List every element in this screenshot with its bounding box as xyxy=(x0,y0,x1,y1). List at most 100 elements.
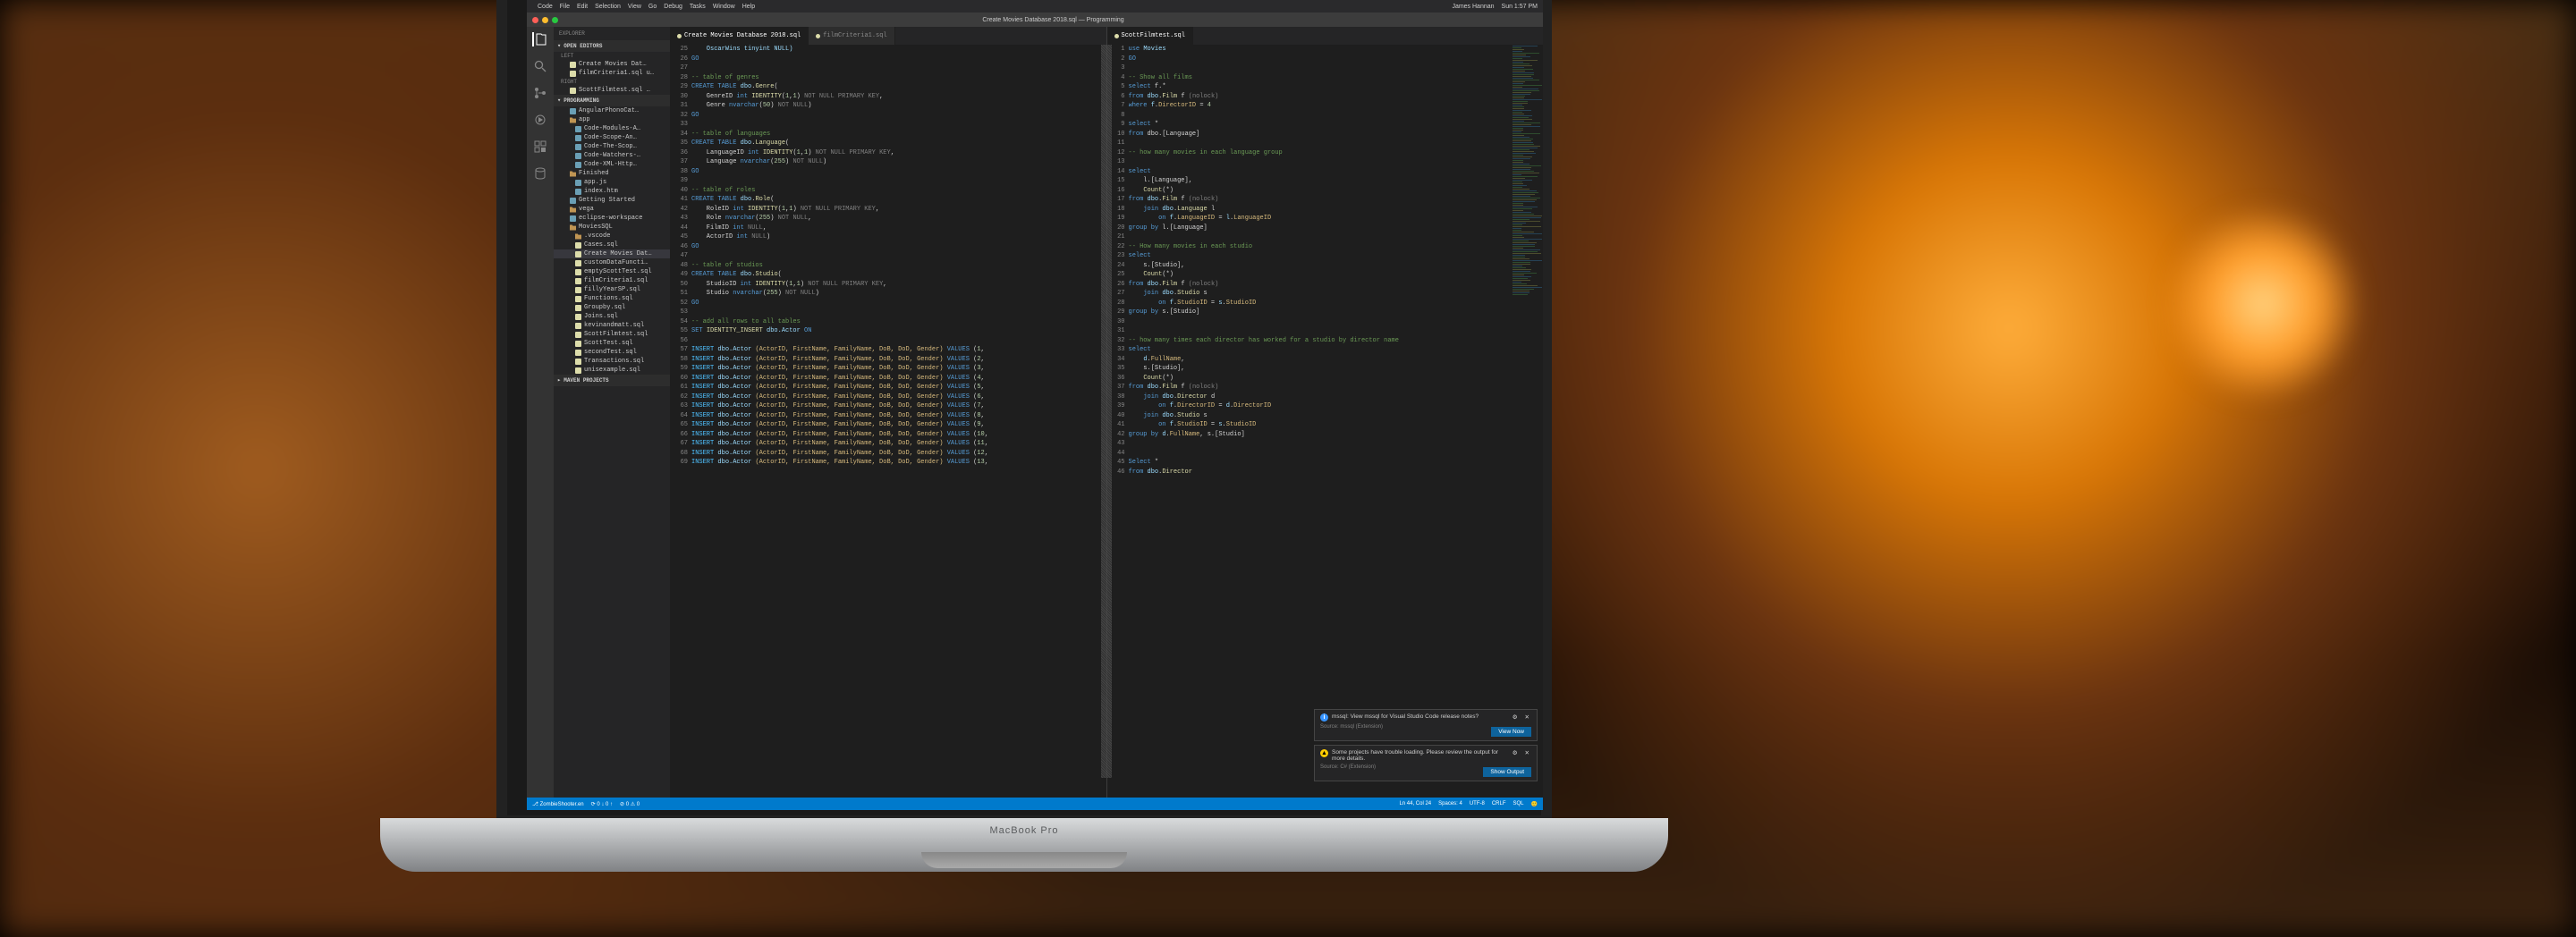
explorer-item[interactable]: Cases.sql xyxy=(554,241,670,249)
explorer-item[interactable]: secondTest.sql xyxy=(554,348,670,357)
explorer-item[interactable]: Create Movies Dat… xyxy=(554,249,670,258)
menubar-item-help[interactable]: Help xyxy=(742,4,755,10)
explorer-item[interactable]: Transactions.sql xyxy=(554,357,670,366)
explorer-item[interactable]: Joins.sql xyxy=(554,312,670,321)
status-item-0[interactable]: Ln 44, Col 24 xyxy=(1399,801,1431,807)
editor-tab[interactable]: filmCriteria1.sql xyxy=(809,27,894,45)
menubar-item-window[interactable]: Window xyxy=(713,4,735,10)
extensions-activity-icon[interactable] xyxy=(533,139,547,154)
explorer-item[interactable]: kevinandmatt.sql xyxy=(554,321,670,330)
explorer-item[interactable]: Code-Scope-An… xyxy=(554,133,670,142)
status-item-2[interactable]: UTF-8 xyxy=(1470,801,1485,807)
explorer-item[interactable]: app xyxy=(554,115,670,124)
status-problems[interactable]: ⊘ 0 ⚠ 0 xyxy=(620,801,640,807)
explorer-item[interactable]: Code-XML-Http… xyxy=(554,160,670,169)
macos-user[interactable]: James Hannan xyxy=(1452,4,1494,10)
explorer-item[interactable]: Groupby.sql xyxy=(554,303,670,312)
status-git-branch[interactable]: ⎇ ZombieShooter.en xyxy=(532,801,584,807)
status-item-3[interactable]: CRLF xyxy=(1492,801,1506,807)
menubar-item-view[interactable]: View xyxy=(628,4,641,10)
close-icon[interactable]: ✕ xyxy=(1523,749,1531,756)
search-activity-icon[interactable] xyxy=(533,59,547,73)
explorer-item[interactable]: index.htm xyxy=(554,187,670,196)
explorer-item[interactable]: ScottTest.sql xyxy=(554,339,670,348)
notification-action-button[interactable]: Show Output xyxy=(1483,767,1531,777)
status-item-4[interactable]: SQL xyxy=(1513,801,1524,807)
code-text-left[interactable]: OscarWins tinyint NULL) GO -- table of g… xyxy=(691,45,1106,798)
explorer-item[interactable]: app.js xyxy=(554,178,670,187)
explorer-item[interactable]: customDataFuncti… xyxy=(554,258,670,267)
explorer-item[interactable]: Functions.sql xyxy=(554,294,670,303)
sql-icon xyxy=(575,278,581,284)
status-item-5[interactable]: 🙂 xyxy=(1531,801,1538,807)
explorer-item[interactable]: vega xyxy=(554,205,670,214)
code-editor-right[interactable]: 1 2 3 4 5 6 7 8 9 10 11 12 13 14 15 16 1… xyxy=(1107,45,1544,798)
menubar-item-code[interactable]: Code xyxy=(538,4,553,10)
explorer-item[interactable]: unisexample.sql xyxy=(554,366,670,375)
status-item-1[interactable]: Spaces: 4 xyxy=(1438,801,1462,807)
source-control-activity-icon[interactable] xyxy=(533,86,547,100)
notification-action-button[interactable]: View Now xyxy=(1491,727,1531,737)
close-window-button[interactable] xyxy=(532,17,538,23)
menubar-item-go[interactable]: Go xyxy=(648,4,657,10)
open-editor-item[interactable]: filmCriteria1.sql u… xyxy=(554,69,670,78)
explorer-activity-icon[interactable] xyxy=(532,32,547,46)
explorer-sidebar: EXPLORER ▾OPEN EDITORS LEFTCreate Movies… xyxy=(554,27,670,798)
menubar-item-tasks[interactable]: Tasks xyxy=(690,4,706,10)
project-section[interactable]: ▾PROGRAMMING xyxy=(554,95,670,106)
close-icon[interactable]: ✕ xyxy=(1523,713,1531,721)
gear-icon[interactable]: ⚙ xyxy=(1511,713,1520,721)
editor-pane-left: Create Movies Database 2018.sqlfilmCrite… xyxy=(670,27,1106,798)
explorer-item[interactable]: Finished xyxy=(554,169,670,178)
explorer-item[interactable]: Code-The-Scop… xyxy=(554,142,670,151)
laptop-frame: Code File Edit Selection View Go Debug Tasks Win… xyxy=(496,0,1552,867)
editor-tab[interactable]: Create Movies Database 2018.sql xyxy=(670,27,809,45)
explorer-item[interactable]: ScottFilmtest.sql xyxy=(554,330,670,339)
explorer-item[interactable]: Code-Watchers-… xyxy=(554,151,670,160)
file-label: Code-Scope-An… xyxy=(584,134,637,141)
explorer-item[interactable]: emptyScottTest.sql xyxy=(554,267,670,276)
maximize-window-button[interactable] xyxy=(552,17,558,23)
menubar-item-file[interactable]: File xyxy=(560,4,570,10)
explorer-item[interactable]: fillyYearSP.sql xyxy=(554,285,670,294)
macos-clock[interactable]: Sun 1:57 PM xyxy=(1502,4,1538,10)
code-editor-left[interactable]: 25 26 27 28 29 30 31 32 33 34 35 36 37 3… xyxy=(670,45,1106,798)
minimize-window-button[interactable] xyxy=(542,17,548,23)
debug-activity-icon[interactable] xyxy=(533,113,547,127)
laptop-notch xyxy=(921,852,1127,868)
open-editors-section[interactable]: ▾OPEN EDITORS xyxy=(554,40,670,52)
editor-tab[interactable]: ScottFilmtest.sql xyxy=(1107,27,1193,45)
maven-projects-section[interactable]: ▸MAVEN PROJECTS xyxy=(554,375,670,386)
menubar-item-selection[interactable]: Selection xyxy=(595,4,621,10)
folder-icon xyxy=(570,171,576,177)
menubar-item-edit[interactable]: Edit xyxy=(577,4,588,10)
open-editor-item[interactable]: ScottFilmtest.sql … xyxy=(554,86,670,95)
menubar-item-debug[interactable]: Debug xyxy=(664,4,682,10)
sql-icon xyxy=(575,350,581,356)
laptop-base: MacBook Pro xyxy=(380,818,1668,872)
gear-icon[interactable]: ⚙ xyxy=(1511,749,1520,756)
explorer-item[interactable]: AngularPhonoCat… xyxy=(554,106,670,115)
explorer-item[interactable]: filmCriteria1.sql xyxy=(554,276,670,285)
pane-resize-handle[interactable] xyxy=(1101,45,1112,778)
line-numbers-left: 25 26 27 28 29 30 31 32 33 34 35 36 37 3… xyxy=(670,45,691,798)
window-controls xyxy=(532,17,558,23)
explorer-item[interactable]: Code-Modules-A… xyxy=(554,124,670,133)
modified-dot-icon xyxy=(677,34,682,38)
sql-activity-icon[interactable] xyxy=(533,166,547,181)
status-sync[interactable]: ⟳ 0 ↓ 0 ↑ xyxy=(591,801,613,807)
explorer-item[interactable]: Getting Started xyxy=(554,196,670,205)
file-label: vega xyxy=(579,206,594,213)
explorer-item[interactable]: eclipse-workspace xyxy=(554,214,670,223)
minimap-right[interactable] xyxy=(1511,45,1543,778)
file-label: customDataFuncti… xyxy=(584,259,648,266)
explorer-item[interactable]: MoviesSQL xyxy=(554,223,670,232)
open-editors-group: RIGHT xyxy=(554,78,670,86)
sql-icon xyxy=(575,305,581,311)
explorer-item[interactable]: .vscode xyxy=(554,232,670,241)
open-editors-group: LEFT xyxy=(554,52,670,60)
file-label: Getting Started xyxy=(579,197,635,204)
code-text-right[interactable]: use Movies GO -- Show all films select f… xyxy=(1129,45,1544,798)
editor-area: Create Movies Database 2018.sqlfilmCrite… xyxy=(670,27,1543,798)
open-editor-item[interactable]: Create Movies Dat… xyxy=(554,60,670,69)
